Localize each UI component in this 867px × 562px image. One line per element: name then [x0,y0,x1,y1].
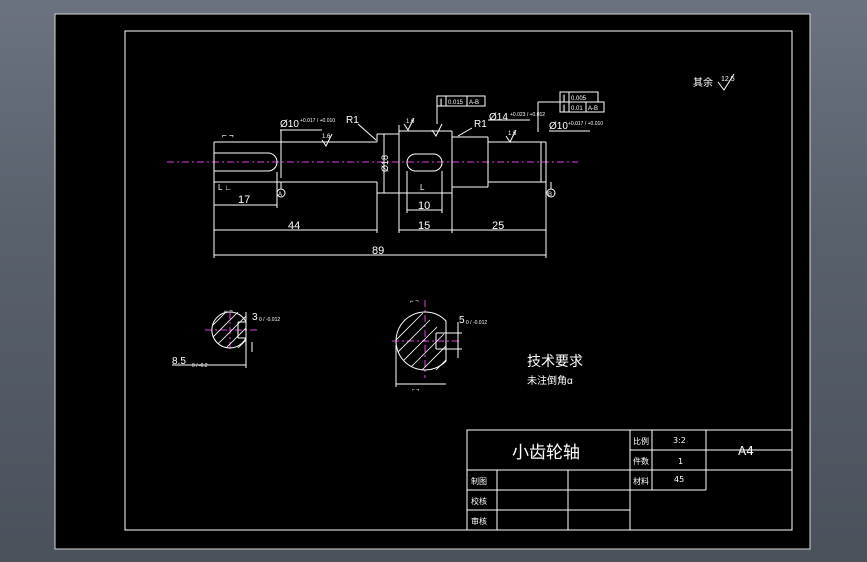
svg-text:A-B: A-B [469,100,479,106]
tech-requirements-line1: 未注倒角α [527,374,573,387]
dim-d14: Ø14 [489,112,508,123]
dim-key-left-depth: 8.5 [172,356,186,367]
cad-viewport: ⌐ ¬ L ∟ L A B Ø10 +0.017 / +0.010 R1 Ø18… [0,0,867,562]
datum-b-label: B [548,192,552,198]
svg-text:⌐ ¬: ⌐ ¬ [222,131,234,140]
scale-value: 3:2 [673,436,686,445]
svg-text:A-B: A-B [588,106,598,112]
drawing-sheet: ⌐ ¬ L ∟ L A B Ø10 +0.017 / +0.010 R1 Ø18… [54,13,811,550]
dim-key-right: 5 [459,315,465,326]
svg-text:⌐ ¬: ⌐ ¬ [412,387,419,393]
dim-len-15: 15 [418,220,430,232]
dim-key-left: 3 [252,312,258,323]
dim-d10-left: Ø10 [280,119,299,130]
dim-len-10: 10 [418,200,430,212]
svg-text:∥: ∥ [562,94,566,102]
svg-text:0.005: 0.005 [571,96,587,102]
dim-d10-left-tol: +0.017 / +0.010 [300,118,335,124]
scale-label: 比例 [633,436,649,446]
part-name: 小齿轮轴 [512,443,580,463]
sheet-size: A4 [738,444,754,458]
approved-by-label: 审核 [471,516,487,526]
dim-len-25: 25 [492,220,504,232]
tech-requirements-heading: 技术要求 [527,353,583,369]
qty-value: 1 [678,457,683,466]
svg-text:0 / -0.2: 0 / -0.2 [192,363,208,369]
datum-a-label: A [278,192,282,198]
dim-d10-right-tol: +0.017 / +0.010 [568,121,603,127]
roughness-remaining-label: 其余 [693,76,713,89]
paper [54,13,811,550]
dim-r1-right: R1 [474,119,487,130]
svg-text:0.01: 0.01 [571,106,583,112]
svg-text:∥: ∥ [562,104,566,112]
checked-by-label: 校核 [471,496,487,506]
drawn-by-label: 制图 [471,476,487,486]
svg-text:0 / -0.012: 0 / -0.012 [259,317,280,323]
dim-d10-right: Ø10 [549,121,568,132]
svg-text:L: L [420,183,425,192]
svg-text:L ∟: L ∟ [218,183,232,192]
dim-d14-tol: +0.023 / +0.012 [510,112,545,118]
material-label: 材料 [633,476,649,486]
svg-text:⌐ ¬: ⌐ ¬ [224,309,233,315]
dim-len-89: 89 [372,245,384,257]
material-value: 45 [674,475,684,484]
svg-text:⌐ ¬: ⌐ ¬ [410,299,419,305]
qty-label: 件数 [633,456,649,466]
svg-text:0 / -0.012: 0 / -0.012 [466,320,487,326]
dim-r1-left: R1 [346,115,359,126]
svg-text:∥: ∥ [439,98,443,106]
dim-d18: Ø18 [380,155,390,172]
svg-text:0.015: 0.015 [448,100,464,106]
dim-len-17: 17 [238,194,250,206]
dim-len-44: 44 [288,220,300,232]
